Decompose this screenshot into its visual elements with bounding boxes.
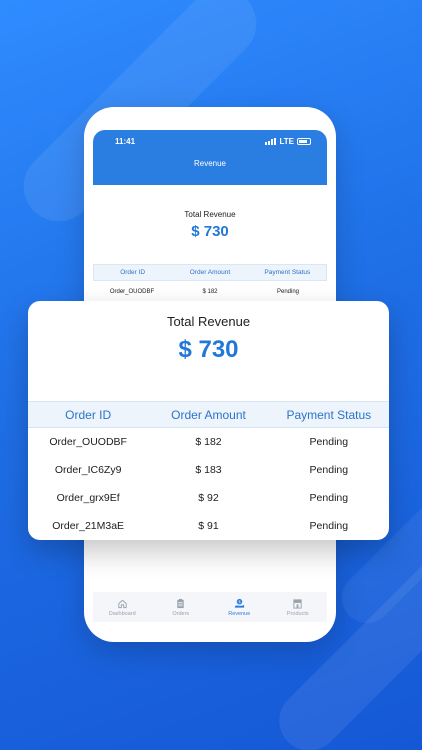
- app-bar-title: Revenue: [193, 159, 227, 168]
- column-order-amount: Order Amount: [189, 269, 231, 276]
- clipboard-icon: [177, 598, 184, 608]
- total-revenue-label: Total Revenue: [166, 314, 251, 329]
- tab-label: Dashboard: [108, 610, 136, 617]
- table-header: Order ID Order Amount Payment Status: [93, 264, 327, 281]
- status-bar: 11:41 LTE: [93, 134, 327, 148]
- home-icon: [118, 599, 127, 608]
- order-id-cell: Order_OUODBF: [49, 436, 127, 448]
- payment-status-cell: Pending: [309, 436, 349, 448]
- orders-table-body: Order_OUODBF $ 182 Pending Order_IC6Zy9 …: [28, 428, 389, 540]
- table-row[interactable]: Order_OUODBF $ 182 Pending: [93, 286, 327, 298]
- table-row[interactable]: Order_21M3aE $ 91 Pending: [28, 512, 389, 540]
- order-amount-cell: $ 183: [195, 464, 222, 476]
- payment-status-cell: Pending: [309, 464, 349, 476]
- column-order-id: Order ID: [120, 269, 146, 276]
- order-id-cell: Order_IC6Zy9: [54, 464, 122, 476]
- tab-dashboard[interactable]: Dashboard: [93, 592, 152, 622]
- signal-icon: [265, 137, 277, 145]
- revenue-hand-icon: $: [234, 598, 244, 608]
- order-id-cell: Order_OUODBF: [109, 289, 155, 295]
- network-label: LTE: [279, 136, 294, 146]
- order-id-cell: Order_grx9Ef: [56, 492, 120, 504]
- order-amount-cell: $ 91: [198, 520, 219, 532]
- tab-label: Orders: [172, 610, 190, 617]
- order-amount-cell: $ 182: [195, 436, 222, 448]
- column-payment-status: Payment Status: [286, 407, 372, 422]
- table-row[interactable]: Order_OUODBF $ 182 Pending: [28, 428, 389, 456]
- total-revenue-amount: $ 730: [178, 336, 239, 363]
- total-revenue-amount: $ 730: [191, 223, 229, 240]
- payment-status-cell: Pending: [309, 520, 349, 532]
- column-order-id: Order ID: [65, 407, 112, 422]
- order-id-cell: Order_21M3aE: [52, 520, 125, 532]
- column-payment-status: Payment Status: [264, 269, 311, 276]
- order-amount-cell: $ 182: [202, 289, 218, 295]
- app-bar: 11:41 LTE Revenue: [93, 130, 327, 185]
- svg-text:$: $: [238, 599, 240, 603]
- table-row[interactable]: Order_IC6Zy9 $ 183 Pending: [28, 456, 389, 484]
- status-indicators: LTE: [265, 137, 311, 146]
- table-header: Order ID Order Amount Payment Status: [28, 401, 389, 428]
- payment-status-cell: Pending: [276, 289, 300, 295]
- bottom-tab-bar: Dashboard Orders $ Revenue Products: [93, 592, 327, 622]
- battery-icon: [297, 137, 311, 145]
- tab-revenue[interactable]: $ Revenue: [210, 592, 269, 622]
- total-revenue-label: Total Revenue: [184, 210, 236, 219]
- status-time: 11:41: [115, 136, 136, 146]
- store-icon: [293, 598, 302, 609]
- tab-label: Revenue: [228, 610, 251, 617]
- column-order-amount: Order Amount: [171, 407, 246, 422]
- table-row[interactable]: Order_grx9Ef $ 92 Pending: [28, 484, 389, 512]
- revenue-card: Total Revenue $ 730 Order ID Order Amoun…: [28, 301, 389, 540]
- tab-products[interactable]: Products: [269, 592, 328, 622]
- payment-status-cell: Pending: [309, 492, 349, 504]
- order-amount-cell: $ 92: [198, 492, 219, 504]
- tab-label: Products: [286, 610, 309, 617]
- tab-orders[interactable]: Orders: [152, 592, 211, 622]
